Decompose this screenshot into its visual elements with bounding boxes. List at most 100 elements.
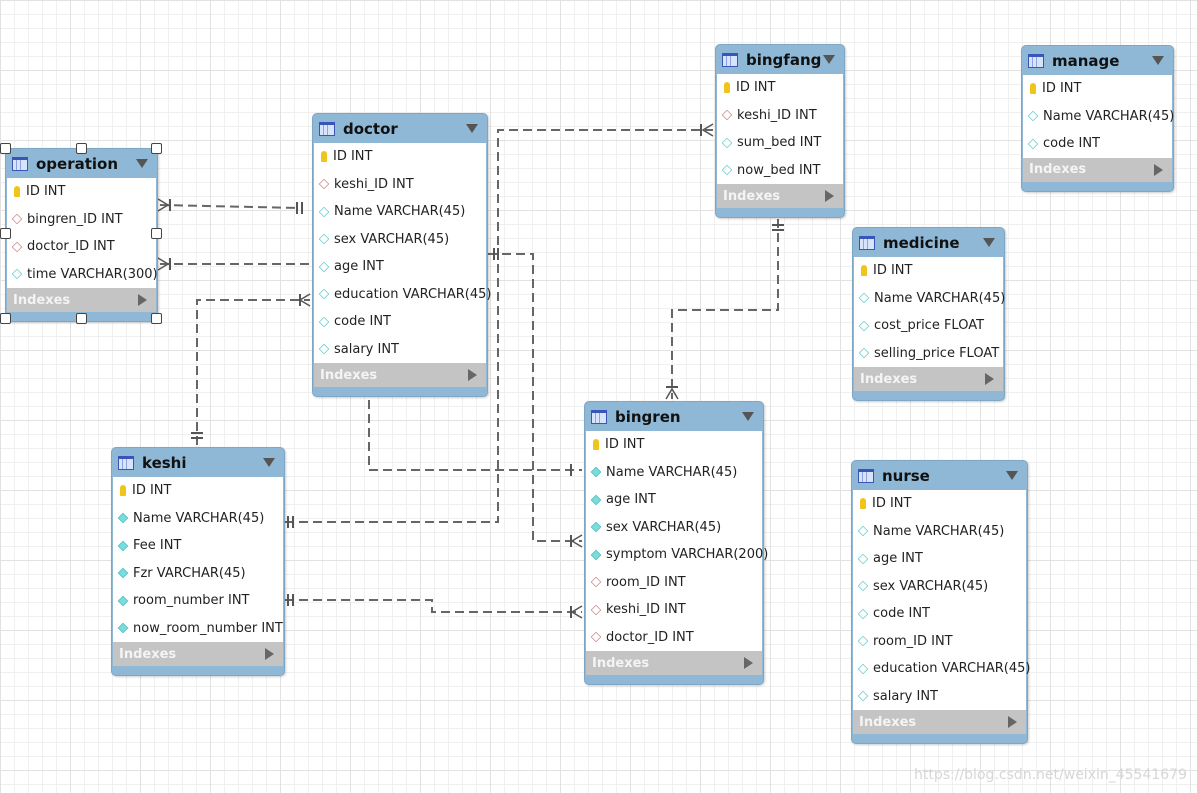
indexes-section[interactable]: Indexes — [7, 288, 156, 312]
table-bingren[interactable]: bingren ID INT Name VARCHAR(45) age INT sex … — [584, 401, 768, 685]
column-row[interactable]: now_room_number INT — [113, 615, 283, 643]
chevron-down-icon[interactable] — [136, 159, 148, 168]
indexes-section[interactable]: Indexes — [314, 363, 486, 387]
relationship-line[interactable] — [671, 219, 779, 399]
column-diamond-icon — [318, 288, 330, 300]
relationship-line[interactable] — [285, 599, 582, 613]
table-bingfang[interactable]: bingfang ID INT keshi_ID INT sum_bed INT now… — [715, 44, 845, 218]
indexes-section[interactable]: Indexes — [113, 642, 283, 666]
column-row[interactable]: keshi_ID INT — [314, 171, 486, 199]
resize-handle[interactable] — [0, 313, 11, 324]
column-row[interactable]: ID INT — [586, 431, 762, 459]
indexes-section[interactable]: Indexes — [1023, 157, 1172, 182]
column-row[interactable]: age INT — [586, 486, 762, 514]
table-operation[interactable]: operation ID INT bingren_ID INT doctor_ID I… — [5, 148, 158, 322]
column-row[interactable]: ID INT — [7, 178, 156, 206]
column-row[interactable]: bingren_ID INT — [7, 206, 156, 234]
resize-handle[interactable] — [151, 313, 162, 324]
column-row[interactable]: room_number INT — [113, 587, 283, 615]
column-row[interactable]: doctor_ID INT — [586, 624, 762, 652]
column-row[interactable]: keshi_ID INT — [586, 596, 762, 624]
column-row[interactable]: keshi_ID INT — [717, 102, 843, 130]
column-row[interactable]: symptom VARCHAR(200) — [586, 541, 768, 569]
column-row[interactable]: code INT — [1023, 130, 1172, 158]
relationship-line[interactable] — [159, 204, 301, 209]
resize-handle[interactable] — [151, 143, 162, 154]
column-row[interactable]: code INT — [314, 308, 486, 336]
table-header[interactable]: bingfang — [716, 45, 844, 74]
column-row[interactable]: ID INT — [854, 257, 1003, 285]
indexes-section[interactable]: Indexes — [717, 184, 843, 208]
table-header[interactable]: doctor — [313, 114, 487, 143]
chevron-down-icon[interactable] — [1006, 471, 1018, 480]
relationship-line[interactable] — [488, 253, 582, 542]
indexes-section[interactable]: Indexes — [854, 367, 1003, 391]
resize-handle[interactable] — [75, 143, 87, 154]
column-row[interactable]: doctor_ID INT — [7, 233, 156, 261]
column-row[interactable]: selling_price FLOAT — [854, 340, 1003, 368]
table-doctor[interactable]: doctor ID INT keshi_ID INT Name VARCHAR(45)… — [312, 113, 491, 397]
column-row[interactable]: Fee INT — [113, 532, 283, 560]
column-row[interactable]: ID INT — [113, 477, 283, 505]
relationship-line[interactable] — [368, 400, 582, 471]
expand-arrow-icon[interactable] — [468, 369, 477, 381]
resize-handle[interactable] — [0, 228, 11, 239]
indexes-section[interactable]: Indexes — [853, 710, 1026, 734]
table-header[interactable]: nurse — [852, 461, 1027, 490]
column-row[interactable]: Fzr VARCHAR(45) — [113, 560, 283, 588]
expand-arrow-icon[interactable] — [825, 190, 834, 202]
chevron-down-icon[interactable] — [1152, 56, 1164, 65]
column-row[interactable]: Name VARCHAR(45) — [1023, 103, 1174, 131]
table-header[interactable]: medicine — [853, 228, 1004, 257]
column-row[interactable]: salary INT — [314, 336, 486, 364]
table-header[interactable]: keshi — [112, 448, 284, 477]
column-row[interactable]: Name VARCHAR(45) — [113, 505, 283, 533]
indexes-label: Indexes — [13, 292, 71, 308]
expand-arrow-icon[interactable] — [138, 294, 147, 306]
column-row[interactable]: Name VARCHAR(45) — [853, 518, 1026, 546]
column-row[interactable]: code INT — [853, 600, 1026, 628]
relationship-line[interactable] — [196, 299, 310, 445]
expand-arrow-icon[interactable] — [744, 657, 753, 669]
table-nurse[interactable]: nurse ID INT Name VARCHAR(45) age INT sex VA… — [851, 460, 1030, 744]
column-row[interactable]: ID INT — [1023, 75, 1172, 103]
column-row[interactable]: age INT — [314, 253, 486, 281]
column-row[interactable]: room_ID INT — [853, 628, 1026, 656]
column-row[interactable]: ID INT — [717, 74, 843, 102]
column-row[interactable]: time VARCHAR(300) — [7, 261, 158, 289]
chevron-down-icon[interactable] — [983, 238, 995, 247]
column-row[interactable]: age INT — [853, 545, 1026, 573]
column-row[interactable]: Name VARCHAR(45) — [854, 285, 1005, 313]
expand-arrow-icon[interactable] — [1154, 163, 1163, 176]
indexes-section[interactable]: Indexes — [586, 651, 762, 675]
expand-arrow-icon[interactable] — [985, 373, 994, 385]
column-row[interactable]: sum_bed INT — [717, 129, 843, 157]
table-manage[interactable]: manage ID INT Name VARCHAR(45) code INT Inde… — [1021, 45, 1174, 192]
column-row[interactable]: cost_price FLOAT — [854, 312, 1003, 340]
chevron-down-icon[interactable] — [263, 458, 275, 467]
column-row[interactable]: Name VARCHAR(45) — [314, 198, 486, 226]
table-header[interactable]: manage — [1022, 46, 1173, 75]
column-row[interactable]: ID INT — [314, 143, 486, 171]
column-row[interactable]: sex VARCHAR(45) — [853, 573, 1026, 601]
table-medicine[interactable]: medicine ID INT Name VARCHAR(45) cost_price… — [852, 227, 1005, 401]
chevron-down-icon[interactable] — [466, 124, 478, 133]
column-row[interactable]: education VARCHAR(45) — [314, 281, 491, 309]
resize-handle[interactable] — [151, 228, 162, 239]
column-row[interactable]: room_ID INT — [586, 569, 762, 597]
column-row[interactable]: ID INT — [853, 490, 1026, 518]
column-row[interactable]: sex VARCHAR(45) — [314, 226, 486, 254]
column-row[interactable]: Name VARCHAR(45) — [586, 459, 762, 487]
expand-arrow-icon[interactable] — [265, 648, 274, 660]
table-header[interactable]: bingren — [585, 402, 763, 431]
column-row[interactable]: now_bed INT — [717, 157, 843, 185]
expand-arrow-icon[interactable] — [1008, 716, 1017, 728]
column-row[interactable]: education VARCHAR(45) — [853, 655, 1030, 683]
chevron-down-icon[interactable] — [742, 412, 754, 421]
column-row[interactable]: salary INT — [853, 683, 1026, 711]
column-row[interactable]: sex VARCHAR(45) — [586, 514, 762, 542]
resize-handle[interactable] — [75, 313, 87, 324]
resize-handle[interactable] — [0, 143, 11, 154]
table-keshi[interactable]: keshi ID INT Name VARCHAR(45) Fee INT Fzr VA… — [111, 447, 285, 676]
chevron-down-icon[interactable] — [823, 55, 835, 64]
